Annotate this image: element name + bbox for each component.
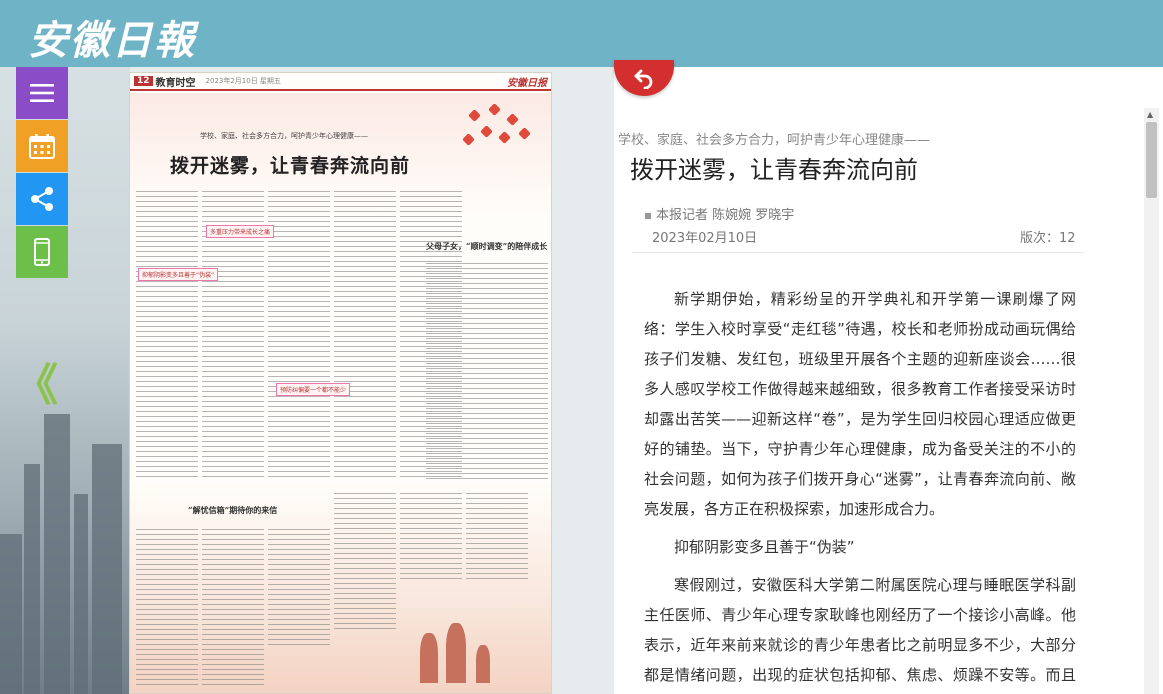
newspaper-page[interactable]: 12 教育时空 2023年2月10日 星期五 安徽日报 学校、家庭、社会多方合力… xyxy=(129,72,552,694)
paper-header: 12 教育时空 2023年2月10日 星期五 安徽日报 xyxy=(130,73,551,91)
scrollbar-thumb[interactable] xyxy=(1146,122,1157,198)
paper-page-number: 12 xyxy=(134,76,153,86)
family-figure xyxy=(476,645,490,683)
paper-column xyxy=(400,493,462,583)
paper-column xyxy=(136,529,198,689)
paper-column xyxy=(268,191,330,481)
calendar-icon xyxy=(29,134,55,159)
family-figure xyxy=(420,633,438,683)
previous-page-icon[interactable]: 《 xyxy=(14,364,58,408)
paper-section-head: 多重压力带来成长之痛 xyxy=(206,225,275,238)
article-paragraph: 寒假刚过，安徽医科大学第二附属医院心理与睡眠医学科副主任医师、青少年心理专家耿峰… xyxy=(644,576,1076,684)
article-body: 新学期伊始，精彩纷呈的开学典礼和开学第一课刷爆了网络：学生入校时享受“走红毯”待… xyxy=(644,284,1076,694)
paper-section: 教育时空 xyxy=(155,77,196,89)
article-section-heading: 抑郁阴影变多且善于“伪装” xyxy=(674,538,855,556)
paper-date: 2023年2月10日 星期五 xyxy=(205,77,281,85)
hamburger-icon xyxy=(30,84,54,102)
paper-subtitle: 学校、家庭、社会多方合力，呵护青少年心理健康—— xyxy=(200,132,368,140)
site-header: 安徽日報 xyxy=(0,0,1163,67)
paper-title: 拨开迷雾，让青春奔流向前 xyxy=(170,155,411,177)
paper-column xyxy=(426,263,548,483)
article-page: 版次：12 xyxy=(1020,231,1076,246)
menu-button[interactable] xyxy=(16,67,68,119)
mobile-icon xyxy=(34,238,50,266)
paper-section-head: 抑郁阴影变多且善于“伪装” xyxy=(138,268,219,281)
paper-column xyxy=(136,191,198,481)
article-date: 2023年02月10日 xyxy=(652,231,758,246)
paper-column xyxy=(202,529,264,689)
scroll-up-icon[interactable]: ▲ xyxy=(1147,110,1153,119)
share-button[interactable] xyxy=(16,173,68,225)
paper-box-title: “解忧信箱”期待你的来信 xyxy=(188,505,278,515)
paper-box-title: 父母子女，“顺时调变”的陪伴成长 xyxy=(426,241,548,251)
share-icon xyxy=(31,187,53,211)
family-figure xyxy=(446,623,466,683)
paper-brand: 安徽日报 xyxy=(507,77,547,89)
paper-column xyxy=(466,493,528,583)
paper-column xyxy=(268,529,330,649)
divider xyxy=(632,252,1084,253)
paper-column xyxy=(334,493,396,633)
article-author: 本报记者 陈婉婉 罗晓宇 xyxy=(645,204,794,223)
mobile-button[interactable] xyxy=(16,226,68,278)
side-navigation xyxy=(16,67,68,279)
undo-arrow-icon xyxy=(634,69,653,89)
paper-column xyxy=(334,191,396,481)
site-logo[interactable]: 安徽日報 xyxy=(28,8,196,66)
calendar-button[interactable] xyxy=(16,120,68,172)
paper-section-head: 预防纠偏要一个都不能少 xyxy=(276,383,351,396)
article-subtitle: 学校、家庭、社会多方合力，呵护青少年心理健康—— xyxy=(617,133,930,148)
article-paragraph: 新学期伊始，精彩纷呈的开学典礼和开学第一课刷爆了网络：学生入校时享受“走红毯”待… xyxy=(644,290,1076,518)
article-title: 拨开迷雾，让青春奔流向前 xyxy=(630,156,918,184)
